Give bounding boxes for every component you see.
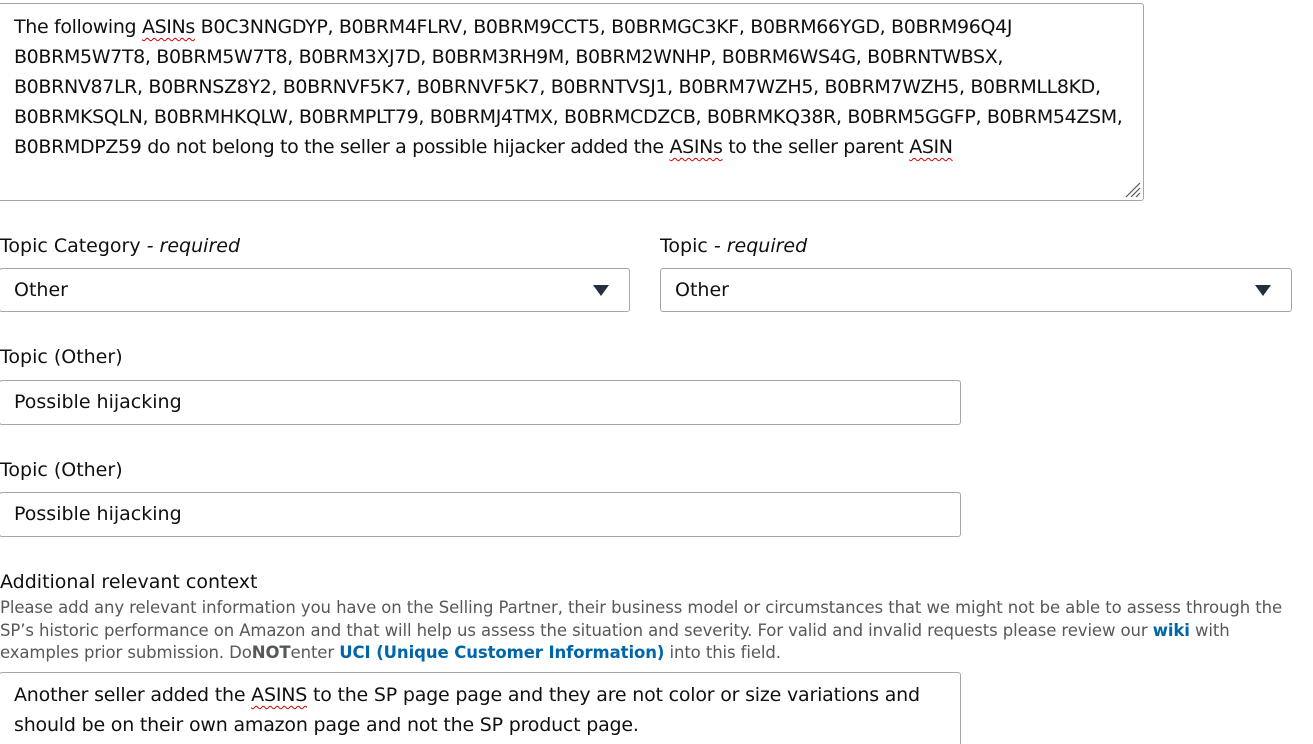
misspelled-word: ASIN <box>909 136 953 158</box>
misspelled-word: ASINs <box>141 16 195 38</box>
topic-other-input[interactable]: Possible hijacking <box>0 380 961 425</box>
topic-category-value: Other <box>14 279 68 301</box>
topic-select[interactable]: Other <box>660 268 1292 312</box>
dropdown-arrow-icon <box>1255 285 1271 296</box>
additional-context-label: Additional relevant context <box>0 571 258 593</box>
description-textarea[interactable]: The following ASINs B0C3NNGDYP, B0BRM4FL… <box>0 3 1144 201</box>
misspelled-word: ASINS <box>251 684 308 706</box>
topic-other-label: Topic (Other) <box>0 346 123 368</box>
topic-category-select[interactable]: Other <box>0 268 630 312</box>
topic-category-label: Topic Category - required <box>0 235 241 257</box>
dropdown-arrow-icon <box>593 285 609 296</box>
resize-handle-icon[interactable] <box>1123 180 1141 198</box>
topic-other-value: Possible hijacking <box>14 391 182 413</box>
form-page: The following ASINs B0C3NNGDYP, B0BRM4FL… <box>0 0 1313 744</box>
wiki-link[interactable]: wiki <box>1153 621 1190 640</box>
description-text-3: to the seller parent <box>722 136 910 158</box>
misspelled-word: ASINs <box>669 136 723 158</box>
uci-link[interactable]: UCI (Unique Customer Information) <box>339 643 664 662</box>
topic-value: Other <box>675 279 729 301</box>
topic-other-value-2: Possible hijacking <box>14 503 182 525</box>
topic-label: Topic - required <box>660 235 808 257</box>
topic-other-label-2: Topic (Other) <box>0 459 123 481</box>
additional-context-help-text: Please add any relevant information you … <box>0 598 1283 662</box>
context-text-1: Another seller added the <box>14 684 252 706</box>
additional-context-textarea[interactable]: Another seller added the ASINS to the SP… <box>0 672 961 744</box>
topic-other-input-2[interactable]: Possible hijacking <box>0 492 961 537</box>
description-text-1: The following <box>14 16 142 38</box>
